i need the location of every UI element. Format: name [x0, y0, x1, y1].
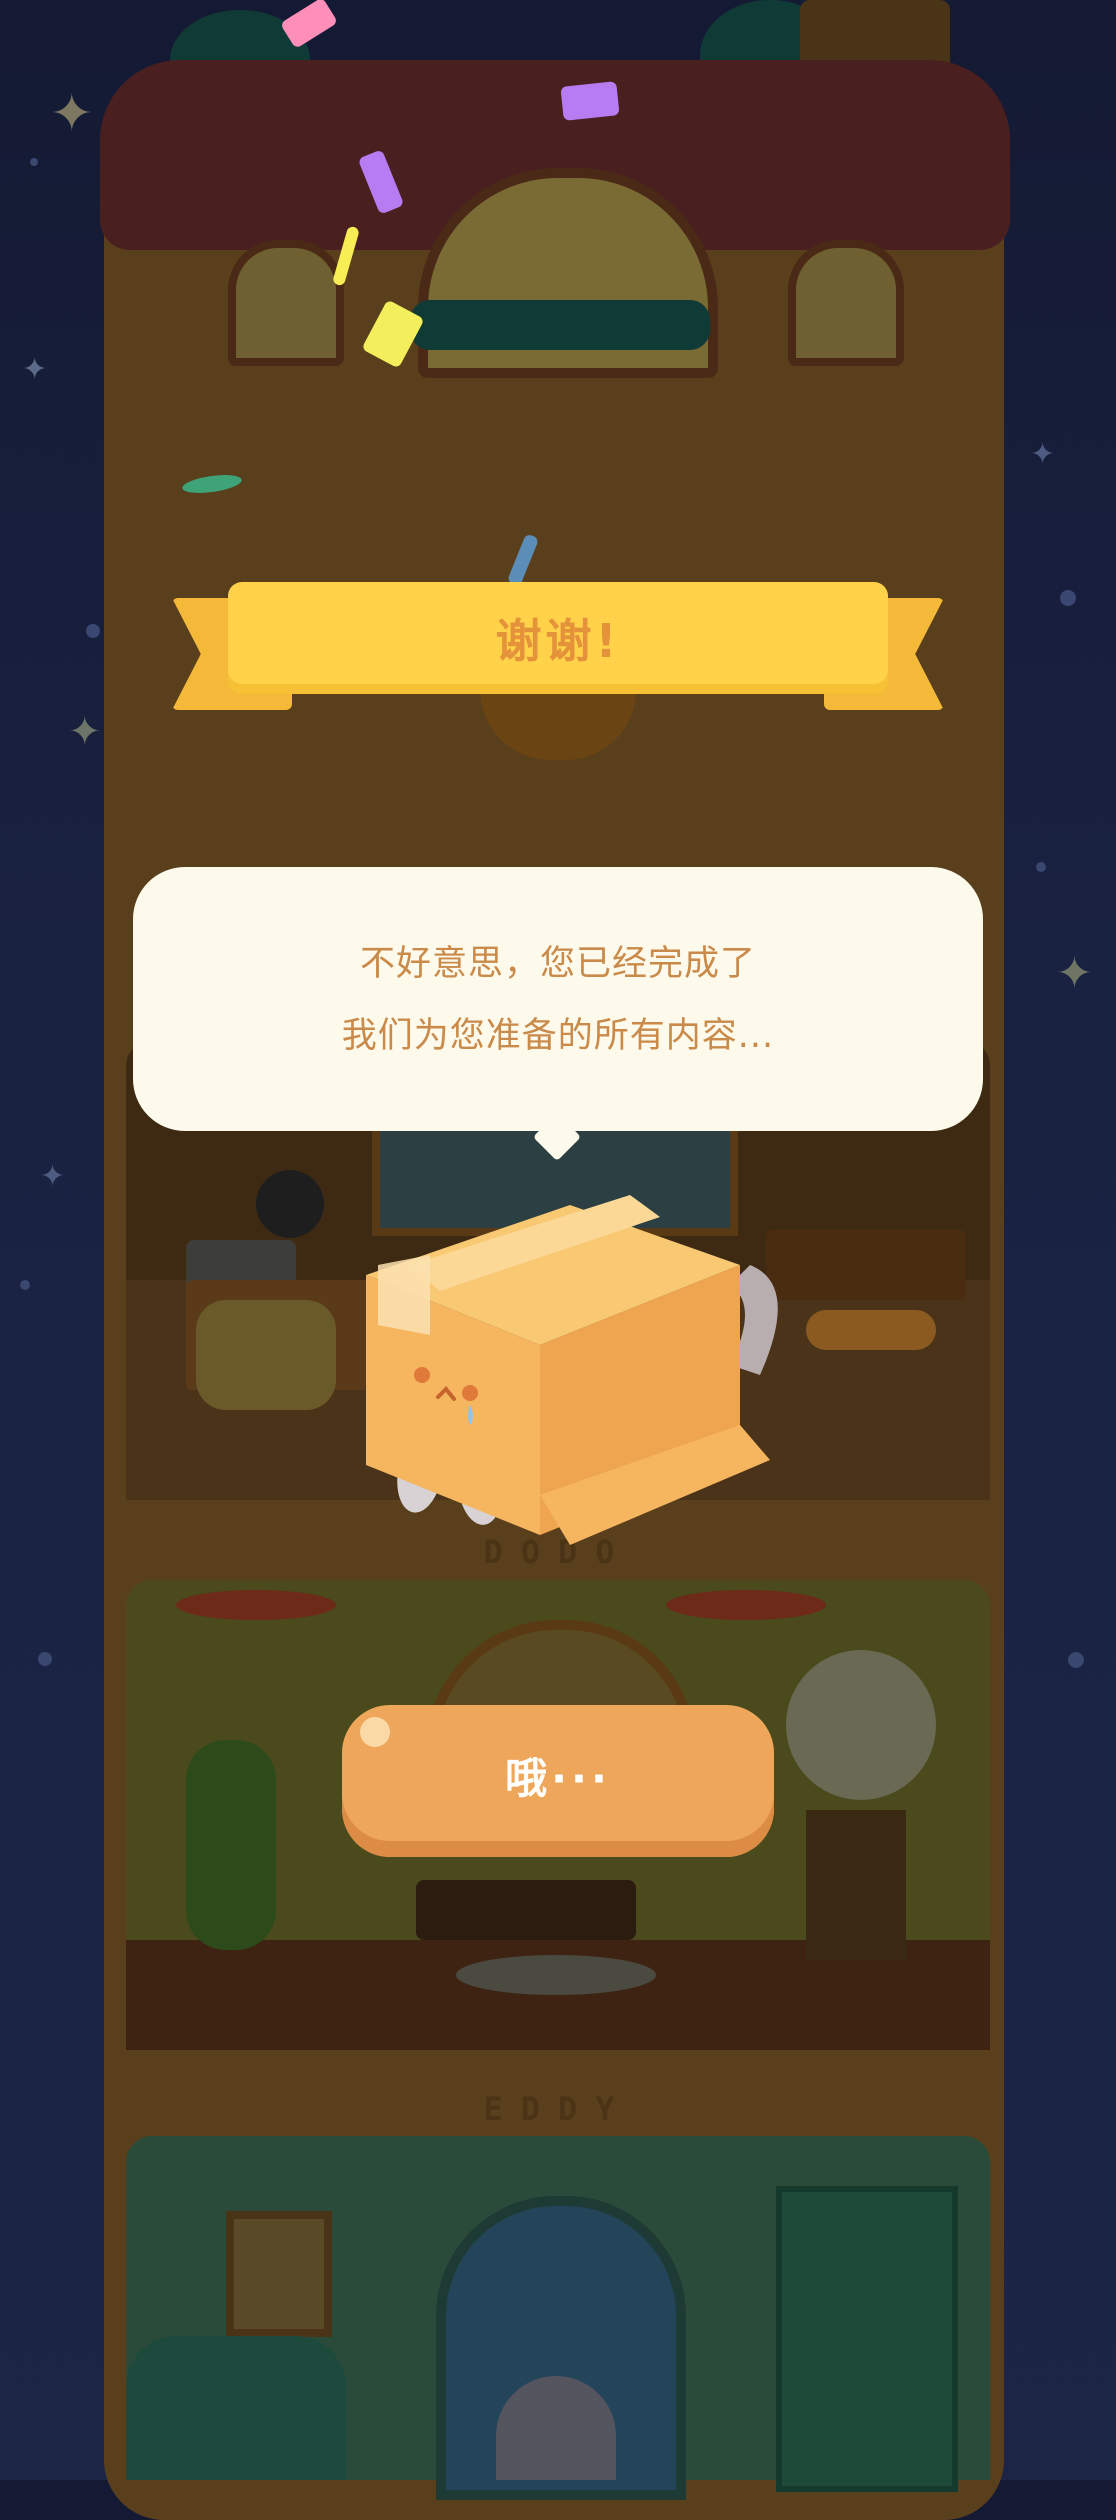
paper-lantern	[176, 1590, 336, 1620]
thank-you-banner: 谢谢!	[228, 582, 888, 694]
salon-room	[126, 2136, 990, 2500]
round-rug	[456, 1955, 656, 1995]
sparkle-dot	[1068, 1652, 1084, 1668]
attic-window	[788, 240, 904, 366]
banner-title: 谢谢!	[495, 614, 621, 668]
sparkle-star-icon: ✦	[68, 709, 102, 755]
dialog-line-1: 不好意思，您已经完成了	[359, 944, 756, 984]
ok-button-label: 哦···	[505, 1753, 611, 1803]
portrait-frame	[226, 2211, 332, 2337]
sparkle-dot	[86, 624, 100, 638]
attic-window	[228, 240, 344, 366]
sparkle-dot	[1060, 590, 1076, 606]
sparkle-star-icon: ✦	[50, 84, 94, 144]
sparkle-dot	[1036, 862, 1046, 872]
plant-stand	[806, 1810, 906, 1960]
paper-lantern	[666, 1590, 826, 1620]
sparkle-star-icon: ✦	[40, 1159, 66, 1194]
button-shine	[360, 1717, 390, 1747]
dialog-line-2: 我们为您准备的所有内容...	[341, 1016, 775, 1056]
piano-bench	[806, 1310, 936, 1350]
bamboo-plant	[186, 1740, 276, 1950]
cardboard-box-mascot-icon	[366, 1195, 778, 1545]
confetti-icon	[560, 81, 620, 121]
ok-button[interactable]: 哦···	[342, 1705, 774, 1857]
sparkle-dot	[38, 1652, 52, 1666]
chair	[196, 1300, 336, 1410]
armchair	[126, 2336, 346, 2480]
cat-with-hat	[786, 1650, 936, 1800]
sparkle-dot	[30, 158, 38, 166]
vinyl-record	[256, 1170, 324, 1238]
sparkle-dot	[20, 1280, 30, 1290]
speech-bubble: 不好意思，您已经完成了 我们为您准备的所有内容...	[133, 867, 983, 1131]
sparkle-star-icon: ✦	[1030, 437, 1056, 472]
sparkle-star-icon: ✦	[22, 352, 48, 387]
window-planter	[410, 300, 710, 350]
piano	[766, 1230, 966, 1300]
display-cabinet	[776, 2186, 958, 2492]
room-label-eddy: EDDY	[483, 2090, 633, 2128]
low-table	[416, 1880, 636, 1940]
sparkle-star-icon: ✦	[1056, 948, 1093, 999]
